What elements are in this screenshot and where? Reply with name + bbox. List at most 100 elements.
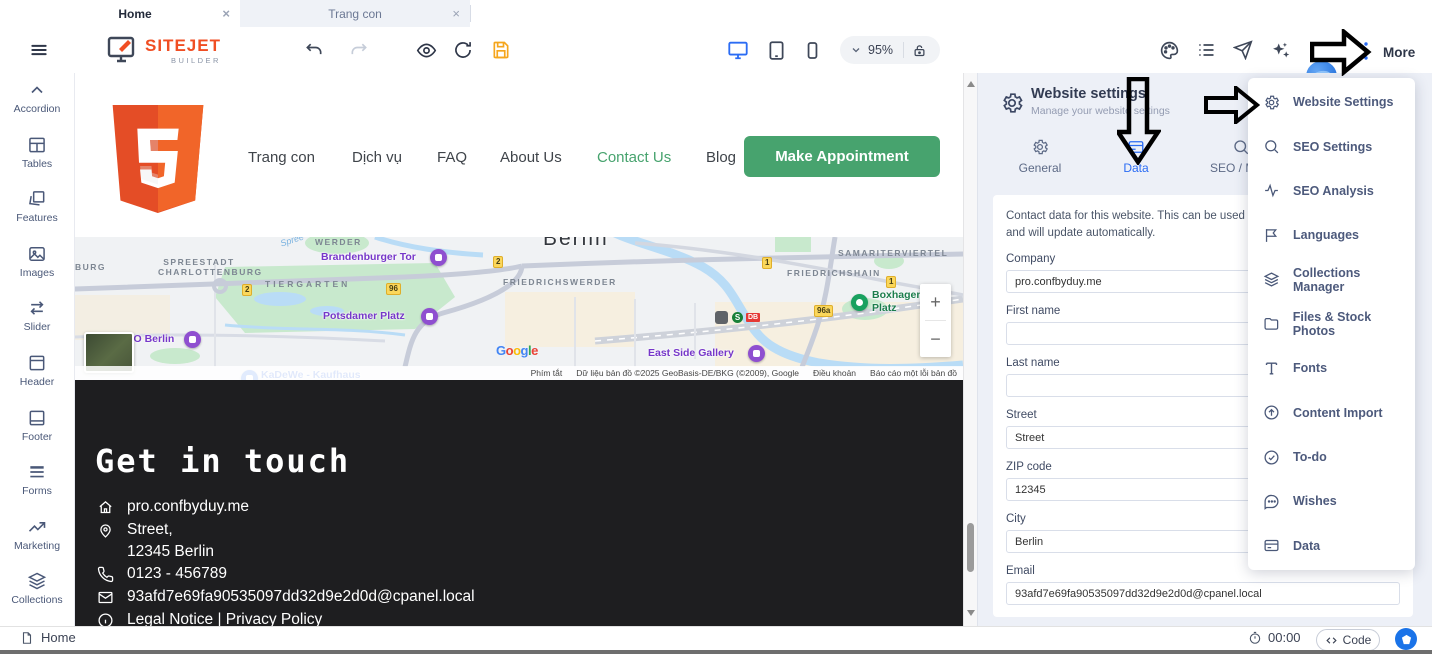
road-badge: 96a	[814, 305, 833, 317]
sidebar-item-header[interactable]: Header	[0, 353, 75, 404]
sidebar-item-forms[interactable]: Forms	[0, 462, 75, 513]
blocks-sidebar: Accordion Tables Features Images Slider …	[0, 73, 75, 626]
sidebar-item-marketing[interactable]: Marketing	[0, 517, 75, 568]
ai-sparkles-icon[interactable]	[1269, 39, 1291, 61]
publish-send-icon[interactable]	[1232, 39, 1254, 61]
device-desktop-icon[interactable]	[727, 39, 749, 61]
poi-marker-potsdamer-platz[interactable]	[421, 308, 438, 325]
make-appointment-button[interactable]: Make Appointment	[744, 136, 940, 177]
station-icon	[715, 311, 728, 324]
nav-link-faq[interactable]: FAQ	[437, 149, 467, 166]
sidebar-item-slider[interactable]: Slider	[0, 298, 75, 349]
nav-link-about-us[interactable]: About Us	[500, 149, 562, 166]
upload-circle-icon	[1263, 404, 1280, 421]
lock-icon[interactable]	[912, 43, 927, 58]
accordion-chevron-icon	[27, 80, 47, 100]
page-tab-trang-con[interactable]: Trang con ×	[240, 0, 470, 27]
menu-item-fonts[interactable]: Fonts	[1248, 346, 1415, 390]
design-palette-icon[interactable]	[1158, 39, 1180, 61]
map-report-link[interactable]: Báo cáo một lỗi bản đồ	[870, 368, 957, 378]
footer-email[interactable]: 93afd7e69fa90535097dd32d9e2d0d@cpanel.lo…	[127, 588, 475, 606]
folder-icon	[1263, 315, 1280, 332]
google-map[interactable]: Berlin WERDER SPREESTADT CHARLOTTENBURG …	[75, 237, 963, 380]
more-menu-dots-icon[interactable]	[1362, 41, 1370, 61]
save-icon[interactable]	[490, 39, 512, 61]
sidebar-item-collections[interactable]: Collections	[0, 571, 75, 622]
sidebar-item-footer[interactable]: Footer	[0, 408, 75, 459]
contact-phone-row: 0123 - 456789	[97, 565, 227, 583]
poi-marker-east-side-gallery[interactable]	[748, 345, 765, 362]
menu-item-todo[interactable]: To-do	[1248, 435, 1415, 479]
scrollbar-thumb[interactable]	[967, 523, 974, 572]
assistant-pin-button[interactable]	[1395, 628, 1417, 650]
phone-icon	[97, 566, 114, 583]
poi-marker-brandenburger-tor[interactable]	[430, 249, 447, 266]
sidebar-item-images[interactable]: Images	[0, 244, 75, 295]
map-area-label: SPREESTADT CHARLOTTENBURG	[158, 257, 240, 277]
hamburger-menu-icon[interactable]	[28, 39, 50, 61]
tab-general[interactable]: General	[1000, 138, 1080, 175]
menu-item-content-import[interactable]: Content Import	[1248, 391, 1415, 435]
sidebar-item-accordion[interactable]: Accordion	[0, 80, 75, 131]
nav-link-contact-us[interactable]: Contact Us	[597, 149, 671, 166]
main-toolbar: SITEJET BUILDER	[0, 27, 1432, 74]
menu-item-files-stock-photos[interactable]: Files & Stock Photos	[1248, 302, 1415, 346]
contact-address-row2: 12345 Berlin	[127, 543, 214, 561]
email-field[interactable]	[1006, 582, 1400, 605]
map-terms-link[interactable]: Điều khoản	[813, 368, 856, 378]
map-area-label: WERDER	[315, 237, 362, 247]
map-area-label: TIERGARTEN	[265, 279, 350, 289]
more-button[interactable]: More	[1383, 45, 1415, 60]
redo-icon[interactable]	[348, 39, 370, 61]
page-tab-home[interactable]: Home ×	[30, 0, 240, 27]
zoom-level[interactable]: 95%	[868, 43, 893, 57]
home-icon	[97, 499, 114, 516]
trending-up-icon	[27, 517, 47, 537]
current-page-breadcrumb[interactable]: Home	[20, 630, 76, 645]
menu-item-wishes[interactable]: Wishes	[1248, 479, 1415, 523]
poi-label[interactable]: Potsdamer Platz	[323, 310, 405, 322]
map-zoom-out-button[interactable]: −	[920, 321, 951, 357]
footer-website[interactable]: pro.confbyduy.me	[127, 498, 249, 516]
poi-marker-boxhagener-platz[interactable]	[851, 294, 868, 311]
scroll-down-arrow[interactable]	[967, 610, 975, 616]
nav-link-trang-con[interactable]: Trang con	[248, 149, 315, 166]
poi-marker-co-berlin[interactable]	[184, 331, 201, 348]
map-shortcuts-link[interactable]: Phím tắt	[531, 368, 563, 378]
sidebar-item-tables[interactable]: Tables	[0, 135, 75, 186]
image-icon	[27, 244, 47, 264]
nav-link-blog[interactable]: Blog	[706, 149, 736, 166]
scroll-up-arrow[interactable]	[967, 81, 975, 87]
menu-item-collections-manager[interactable]: Collections Manager	[1248, 257, 1415, 301]
poi-label[interactable]: East Side Gallery	[648, 347, 734, 359]
poi-label[interactable]: Brandenburger Tor	[321, 251, 416, 263]
map-attribution: Phím tắt Dữ liệu bản đồ ©2025 GeoBasis-D…	[75, 366, 963, 380]
map-zoom-in-button[interactable]: +	[920, 284, 951, 320]
device-tablet-icon[interactable]	[765, 39, 787, 61]
refresh-icon[interactable]	[452, 39, 474, 61]
sidebar-item-features[interactable]: Features	[0, 189, 75, 240]
chevron-down-icon[interactable]	[850, 44, 862, 56]
footer-legal-links[interactable]: Legal Notice | Privacy Policy	[127, 611, 322, 626]
panel-title: Website settings	[1031, 86, 1146, 102]
close-icon[interactable]: ×	[222, 6, 230, 21]
undo-icon[interactable]	[303, 39, 325, 61]
google-logo[interactable]: Google	[496, 343, 538, 358]
search-icon	[1263, 138, 1280, 155]
footer-phone[interactable]: 0123 - 456789	[127, 565, 227, 583]
road-badge: 2	[493, 256, 503, 268]
tab-data[interactable]: Data	[1096, 138, 1176, 175]
menu-item-website-settings[interactable]: Website Settings	[1248, 80, 1415, 124]
code-button[interactable]: Code	[1316, 629, 1380, 651]
menu-item-seo-settings[interactable]: SEO Settings	[1248, 124, 1415, 168]
device-mobile-icon[interactable]	[801, 39, 823, 61]
close-icon[interactable]: ×	[452, 6, 460, 21]
brand-subtitle: BUILDER	[145, 56, 221, 65]
preview-eye-icon[interactable]	[415, 39, 437, 61]
nav-link-dich-vu[interactable]: Dịch vụ	[352, 149, 402, 166]
menu-item-data[interactable]: Data	[1248, 524, 1415, 568]
html5-logo	[104, 96, 212, 222]
checklist-icon[interactable]	[1195, 39, 1217, 61]
menu-item-languages[interactable]: Languages	[1248, 213, 1415, 257]
menu-item-seo-analysis[interactable]: SEO Analysis	[1248, 169, 1415, 213]
